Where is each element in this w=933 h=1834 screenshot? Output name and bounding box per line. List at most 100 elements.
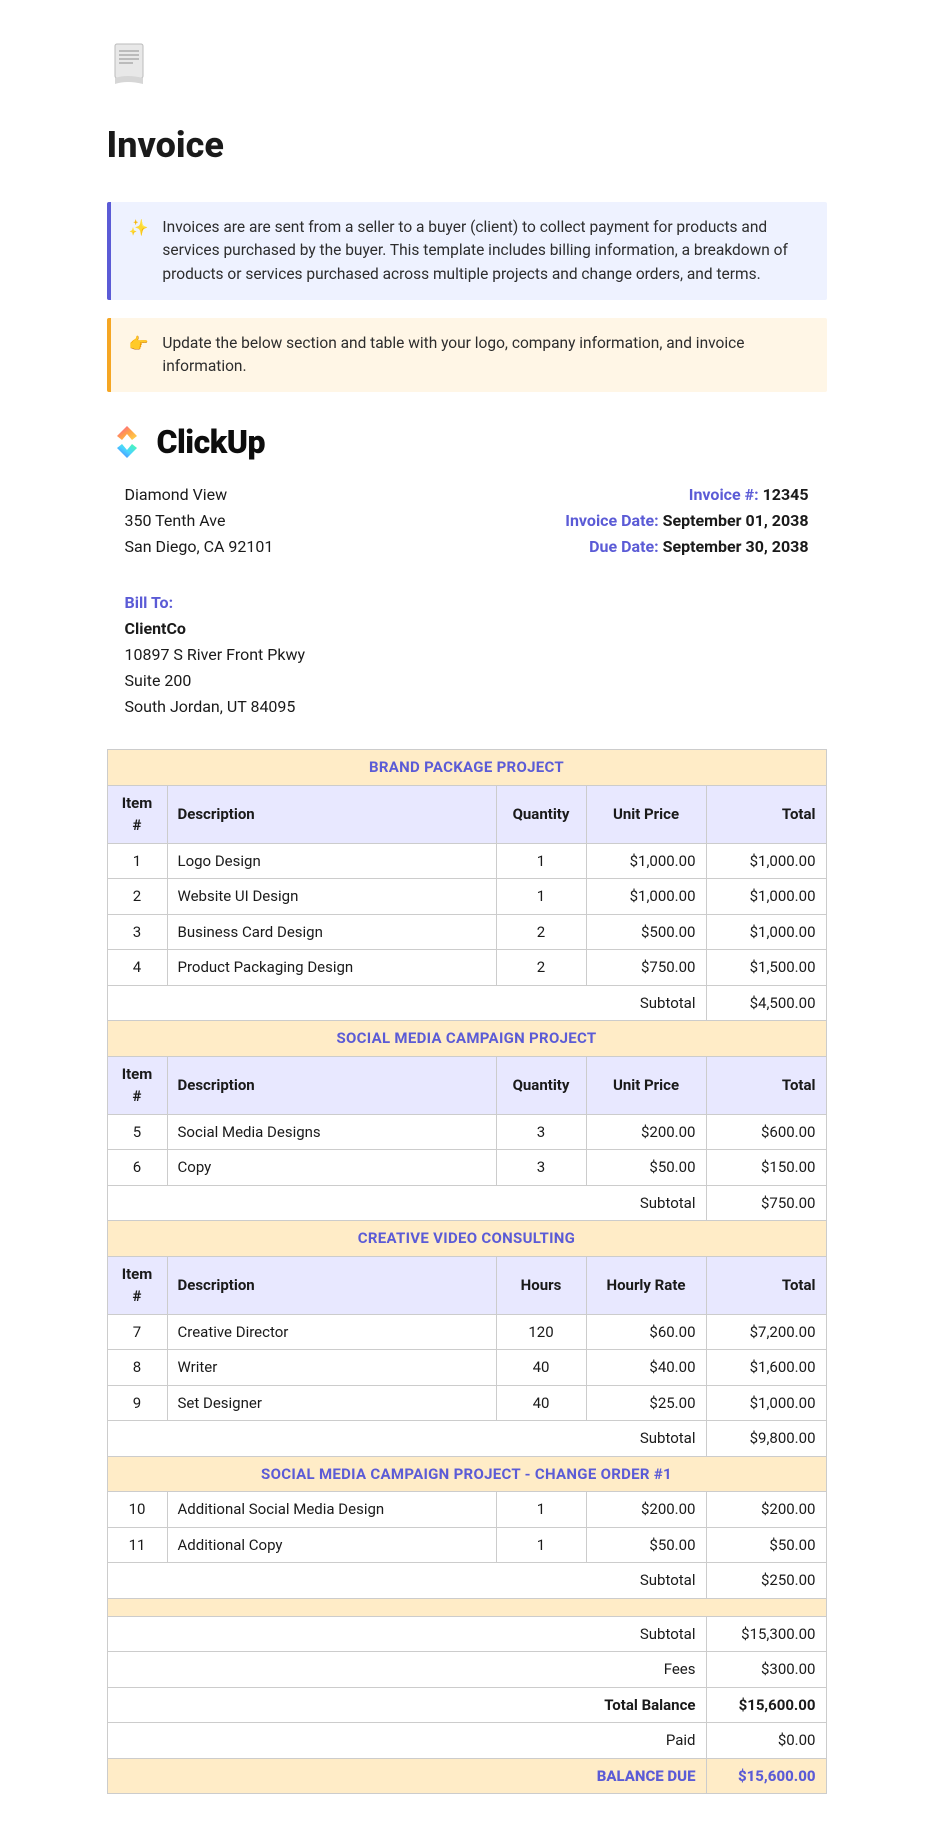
section-subtotal-row: Subtotal$750.00 xyxy=(107,1185,826,1221)
item-total: $1,600.00 xyxy=(706,1350,826,1386)
item-description: Website UI Design xyxy=(167,879,496,915)
summary-value: $15,600.00 xyxy=(706,1758,826,1794)
bill-to-name: ClientCo xyxy=(125,617,809,641)
item-price: $750.00 xyxy=(586,950,706,986)
item-total: $1,000.00 xyxy=(706,843,826,879)
subtotal-label: Subtotal xyxy=(107,1185,706,1221)
item-description: Social Media Designs xyxy=(167,1114,496,1150)
clickup-logo-icon xyxy=(107,422,147,462)
company-address: Diamond View 350 Tenth Ave San Diego, CA… xyxy=(125,483,274,561)
item-number: 7 xyxy=(107,1314,167,1350)
item-description: Copy xyxy=(167,1150,496,1186)
line-item-row: 7Creative Director120$60.00$7,200.00 xyxy=(107,1314,826,1350)
callout-intro-text: Invoices are are sent from a seller to a… xyxy=(162,216,808,286)
item-price: $1,000.00 xyxy=(586,843,706,879)
sparkles-icon: ✨ xyxy=(129,216,149,286)
section-title-row: BRAND PACKAGE PROJECT xyxy=(107,750,826,786)
subtotal-label: Subtotal xyxy=(107,985,706,1021)
item-quantity: 120 xyxy=(496,1314,586,1350)
summary-label: Fees xyxy=(107,1652,706,1688)
item-price: $40.00 xyxy=(586,1350,706,1386)
logo-row: ClickUp xyxy=(107,418,827,469)
item-description: Logo Design xyxy=(167,843,496,879)
subtotal-value: $250.00 xyxy=(706,1563,826,1599)
item-total: $200.00 xyxy=(706,1492,826,1528)
item-price: $500.00 xyxy=(586,914,706,950)
summary-label: Total Balance xyxy=(107,1687,706,1723)
bill-to-label: Bill To: xyxy=(125,591,809,615)
line-item-row: 9Set Designer40$25.00$1,000.00 xyxy=(107,1385,826,1421)
subtotal-label: Subtotal xyxy=(107,1563,706,1599)
subtotal-value: $750.00 xyxy=(706,1185,826,1221)
item-total: $1,000.00 xyxy=(706,879,826,915)
section-subtotal-row: Subtotal$250.00 xyxy=(107,1563,826,1599)
invoice-meta: Invoice #: 12345 Invoice Date: September… xyxy=(565,483,808,561)
summary-label: Subtotal xyxy=(107,1616,706,1652)
callout-instruction: 👉 Update the below section and table wit… xyxy=(107,318,827,393)
line-item-row: 11Additional Copy1$50.00$50.00 xyxy=(107,1527,826,1563)
item-quantity: 1 xyxy=(496,879,586,915)
summary-row: Fees$300.00 xyxy=(107,1652,826,1688)
company-name: Diamond View xyxy=(125,483,274,507)
item-price: $200.00 xyxy=(586,1114,706,1150)
item-total: $150.00 xyxy=(706,1150,826,1186)
summary-row: BALANCE DUE$15,600.00 xyxy=(107,1758,826,1794)
item-price: $25.00 xyxy=(586,1385,706,1421)
item-total: $7,200.00 xyxy=(706,1314,826,1350)
item-quantity: 2 xyxy=(496,914,586,950)
item-number: 9 xyxy=(107,1385,167,1421)
item-number: 6 xyxy=(107,1150,167,1186)
invoice-num-label: Invoice #: xyxy=(689,485,759,504)
item-total: $50.00 xyxy=(706,1527,826,1563)
line-item-row: 3Business Card Design2$500.00$1,000.00 xyxy=(107,914,826,950)
section-subtotal-row: Subtotal$4,500.00 xyxy=(107,985,826,1021)
item-price: $50.00 xyxy=(586,1150,706,1186)
summary-value: $300.00 xyxy=(706,1652,826,1688)
subtotal-value: $9,800.00 xyxy=(706,1421,826,1457)
column-headers: Item #DescriptionQuantityUnit PriceTotal xyxy=(107,785,826,843)
line-item-row: 2Website UI Design1$1,000.00$1,000.00 xyxy=(107,879,826,915)
section-title-row: CREATIVE VIDEO CONSULTING xyxy=(107,1221,826,1257)
document-icon xyxy=(107,40,155,88)
invoice-date: September 01, 2038 xyxy=(663,511,809,530)
section-subtotal-row: Subtotal$9,800.00 xyxy=(107,1421,826,1457)
company-logo: ClickUp xyxy=(107,418,266,466)
item-total: $1,000.00 xyxy=(706,1385,826,1421)
item-description: Additional Social Media Design xyxy=(167,1492,496,1528)
item-total: $600.00 xyxy=(706,1114,826,1150)
item-description: Business Card Design xyxy=(167,914,496,950)
page-title: Invoice xyxy=(107,118,827,172)
item-quantity: 1 xyxy=(496,1492,586,1528)
section-title: BRAND PACKAGE PROJECT xyxy=(107,750,826,786)
summary-label: BALANCE DUE xyxy=(107,1758,706,1794)
item-number: 1 xyxy=(107,843,167,879)
summary-row: Paid$0.00 xyxy=(107,1723,826,1759)
subtotal-value: $4,500.00 xyxy=(706,985,826,1021)
summary-value: $0.00 xyxy=(706,1723,826,1759)
item-description: Additional Copy xyxy=(167,1527,496,1563)
item-number: 3 xyxy=(107,914,167,950)
item-quantity: 40 xyxy=(496,1350,586,1386)
bill-to-addr3: South Jordan, UT 84095 xyxy=(125,695,809,719)
item-quantity: 1 xyxy=(496,1527,586,1563)
column-headers: Item #DescriptionHoursHourly RateTotal xyxy=(107,1256,826,1314)
line-item-row: 8Writer40$40.00$1,600.00 xyxy=(107,1350,826,1386)
item-quantity: 2 xyxy=(496,950,586,986)
item-number: 5 xyxy=(107,1114,167,1150)
item-total: $1,500.00 xyxy=(706,950,826,986)
item-description: Creative Director xyxy=(167,1314,496,1350)
line-item-row: 5Social Media Designs3$200.00$600.00 xyxy=(107,1114,826,1150)
invoice-page: Invoice ✨ Invoices are are sent from a s… xyxy=(107,40,827,1794)
item-number: 2 xyxy=(107,879,167,915)
section-title-row: SOCIAL MEDIA CAMPAIGN PROJECT xyxy=(107,1021,826,1057)
summary-row: Subtotal$15,300.00 xyxy=(107,1616,826,1652)
item-description: Writer xyxy=(167,1350,496,1386)
section-title: SOCIAL MEDIA CAMPAIGN PROJECT xyxy=(107,1021,826,1057)
callout-intro: ✨ Invoices are are sent from a seller to… xyxy=(107,202,827,300)
company-addr2: San Diego, CA 92101 xyxy=(125,535,274,559)
due-date: September 30, 2038 xyxy=(663,537,809,556)
item-number: 11 xyxy=(107,1527,167,1563)
section-title-row: SOCIAL MEDIA CAMPAIGN PROJECT - CHANGE O… xyxy=(107,1456,826,1492)
spacer-row xyxy=(107,1598,826,1616)
bill-to-addr1: 10897 S River Front Pkwy xyxy=(125,643,809,667)
